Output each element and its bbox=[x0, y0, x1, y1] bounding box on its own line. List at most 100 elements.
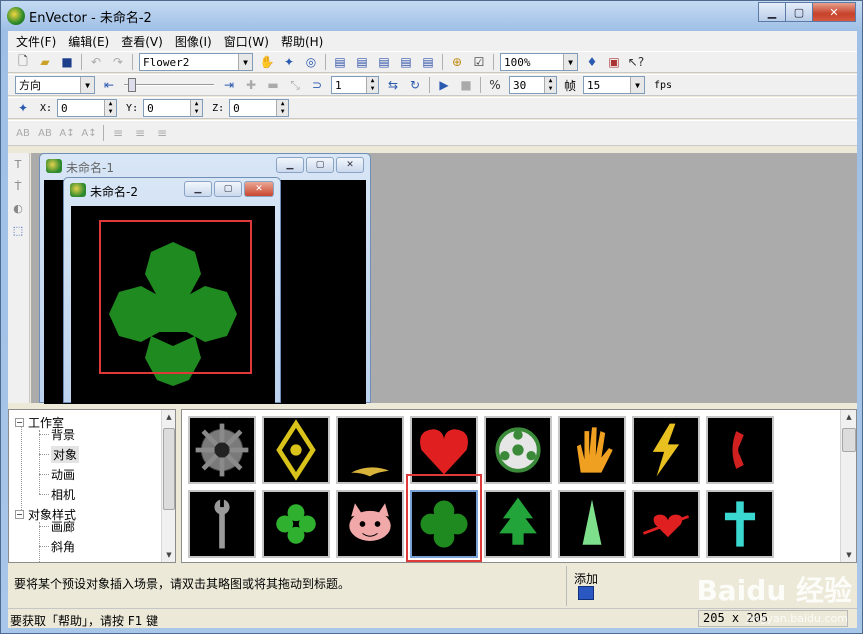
tree-node-bevel[interactable]: 斜角 bbox=[51, 538, 75, 555]
tree-node-camera[interactable]: 相机 bbox=[51, 486, 75, 503]
title-bar[interactable]: EnVector - 未命名-2 ▁ ▢ ✕ bbox=[1, 1, 862, 31]
target-icon[interactable]: ◎ bbox=[300, 52, 322, 72]
direction-combo[interactable]: 方向 ▼ bbox=[15, 76, 95, 94]
gallery-scroll-thumb[interactable] bbox=[842, 428, 856, 452]
gallery-thumb-clover-small[interactable] bbox=[262, 490, 330, 558]
view-back-icon[interactable]: ▤ bbox=[417, 52, 439, 72]
shape-tool-icon[interactable]: ◐ bbox=[8, 197, 28, 219]
gallery-thumb-phone[interactable] bbox=[706, 416, 774, 484]
zoom-combo[interactable]: 100% ▼ bbox=[500, 53, 578, 71]
doc2-close-button[interactable]: ✕ bbox=[244, 181, 274, 197]
gallery-thumb-diamond-hand[interactable] bbox=[262, 416, 330, 484]
scroll-up-icon[interactable]: ▲ bbox=[162, 410, 175, 424]
gallery-scrollbar[interactable]: ▲ ▼ bbox=[840, 410, 856, 562]
slider-thumb[interactable] bbox=[128, 78, 136, 92]
add-house-icon[interactable] bbox=[578, 586, 594, 600]
new-file-icon[interactable]: 🗋 bbox=[12, 52, 34, 72]
document-window-2[interactable]: 未命名-2 ▁ ▢ ✕ bbox=[63, 177, 281, 404]
view-front-icon[interactable]: ▤ bbox=[329, 52, 351, 72]
y-spin[interactable]: 0 ▲ ▼ bbox=[143, 99, 204, 117]
percent-icon[interactable]: % bbox=[484, 75, 506, 95]
view-top-icon[interactable]: ▤ bbox=[373, 52, 395, 72]
scroll-down-icon[interactable]: ▼ bbox=[841, 548, 856, 562]
tree-scroll-thumb[interactable] bbox=[163, 428, 175, 510]
doc2-maximize-button[interactable]: ▢ bbox=[214, 181, 242, 197]
text-style-1-icon[interactable]: AB bbox=[12, 123, 34, 143]
tree-node-animation[interactable]: 动画 bbox=[51, 466, 75, 483]
menu-file[interactable]: 文件(F) bbox=[10, 33, 62, 50]
gallery-thumb-cat-face[interactable] bbox=[336, 490, 404, 558]
document-canvas-2[interactable] bbox=[71, 206, 275, 404]
align-left-icon[interactable]: ≡ bbox=[107, 123, 129, 143]
render-icon[interactable]: ♦ bbox=[581, 52, 603, 72]
gallery-thumb-hand[interactable] bbox=[558, 416, 626, 484]
frame-spin[interactable]: 1 ▲ ▼ bbox=[331, 76, 379, 94]
collapse-icon[interactable]: − bbox=[15, 510, 24, 519]
tree-node-background[interactable]: 背景 bbox=[51, 426, 75, 443]
text-size-1-icon[interactable]: A↕ bbox=[56, 123, 78, 143]
z-spin[interactable]: 0 ▲ ▼ bbox=[229, 99, 290, 117]
tree-node-gallery[interactable]: 画廊 bbox=[51, 518, 75, 535]
view-side-icon[interactable]: ▤ bbox=[351, 52, 373, 72]
gallery-thumb-lightning[interactable] bbox=[632, 416, 700, 484]
menu-image[interactable]: 图像(I) bbox=[169, 33, 218, 50]
undo-icon[interactable]: ↶ bbox=[85, 52, 107, 72]
loop-icon[interactable]: ⊃ bbox=[306, 75, 328, 95]
open-folder-icon[interactable]: ▰ bbox=[34, 52, 56, 72]
gallery-thumb-film-reel[interactable] bbox=[484, 416, 552, 484]
hand-icon[interactable]: ✋ bbox=[256, 52, 278, 72]
tree-node-object[interactable]: 对象 bbox=[51, 446, 80, 463]
view-bottom-icon[interactable]: ▤ bbox=[395, 52, 417, 72]
gallery-thumb-gear[interactable] bbox=[188, 416, 256, 484]
slider-start-icon[interactable]: ⇤ bbox=[98, 75, 120, 95]
gallery-thumb-tree[interactable] bbox=[484, 490, 552, 558]
gallery-thumb-cross[interactable] bbox=[706, 490, 774, 558]
spin-arrows-icon[interactable]: ▲ ▼ bbox=[366, 77, 378, 93]
text-edit-tool-icon[interactable]: Ṫ bbox=[8, 175, 28, 197]
scale-icon[interactable]: ⤡ bbox=[284, 75, 306, 95]
context-help-icon[interactable]: ↖? bbox=[625, 52, 647, 72]
redo-icon[interactable]: ↷ bbox=[107, 52, 129, 72]
stop-icon[interactable]: ■ bbox=[455, 75, 477, 95]
check-box-icon[interactable]: ☑ bbox=[468, 52, 490, 72]
scroll-up-icon[interactable]: ▲ bbox=[841, 410, 856, 424]
text-tool-icon[interactable]: T bbox=[8, 153, 28, 175]
rotate-object-icon[interactable]: ✦ bbox=[278, 52, 300, 72]
collapse-icon[interactable]: − bbox=[15, 418, 24, 427]
gallery-thumb-heart-arrow[interactable] bbox=[632, 490, 700, 558]
timeline-slider[interactable] bbox=[124, 76, 214, 94]
repeat-icon[interactable]: ⇆ bbox=[382, 75, 404, 95]
text-size-2-icon[interactable]: A↕ bbox=[78, 123, 100, 143]
gallery-thumb-wrench[interactable] bbox=[188, 490, 256, 558]
maximize-button[interactable]: ▢ bbox=[785, 2, 813, 22]
tree-scrollbar[interactable]: ▲ ▼ bbox=[161, 410, 175, 562]
menu-view[interactable]: 查看(V) bbox=[115, 33, 169, 50]
text-style-2-icon[interactable]: AB bbox=[34, 123, 56, 143]
move-object-icon[interactable]: ✦ bbox=[12, 98, 34, 118]
minimize-button[interactable]: ▁ bbox=[758, 2, 786, 22]
spin-arrows-icon[interactable]: ▲ ▼ bbox=[276, 100, 289, 116]
save-icon[interactable]: ■ bbox=[56, 52, 78, 72]
doc1-maximize-button[interactable]: ▢ bbox=[306, 157, 334, 173]
globe-icon[interactable]: ⊕ bbox=[446, 52, 468, 72]
spin-arrows-icon[interactable]: ▲ ▼ bbox=[544, 77, 556, 93]
slider-end-icon[interactable]: ⇥ bbox=[218, 75, 240, 95]
menu-window[interactable]: 窗口(W) bbox=[218, 33, 275, 50]
doc1-minimize-button[interactable]: ▁ bbox=[276, 157, 304, 173]
play-icon[interactable]: ▶ bbox=[433, 75, 455, 95]
spin-arrows-icon[interactable]: ▲ ▼ bbox=[104, 100, 117, 116]
scroll-down-icon[interactable]: ▼ bbox=[162, 548, 175, 562]
doc1-close-button[interactable]: ✕ bbox=[336, 157, 364, 173]
gallery-thumb-bird[interactable] bbox=[336, 416, 404, 484]
percent-spin[interactable]: 30 ▲ ▼ bbox=[509, 76, 557, 94]
close-button[interactable]: ✕ bbox=[812, 2, 856, 22]
menu-edit[interactable]: 编辑(E) bbox=[62, 33, 115, 50]
spin-arrows-icon[interactable]: ▲ ▼ bbox=[190, 100, 203, 116]
refresh-icon[interactable]: ↻ bbox=[404, 75, 426, 95]
doc2-minimize-button[interactable]: ▁ bbox=[184, 181, 212, 197]
export-icon[interactable]: ▣ bbox=[603, 52, 625, 72]
x-spin[interactable]: 0 ▲ ▼ bbox=[57, 99, 118, 117]
remove-keyframe-icon[interactable]: ▬ bbox=[262, 75, 284, 95]
add-keyframe-icon[interactable]: ✚ bbox=[240, 75, 262, 95]
align-center-icon[interactable]: ≡ bbox=[129, 123, 151, 143]
